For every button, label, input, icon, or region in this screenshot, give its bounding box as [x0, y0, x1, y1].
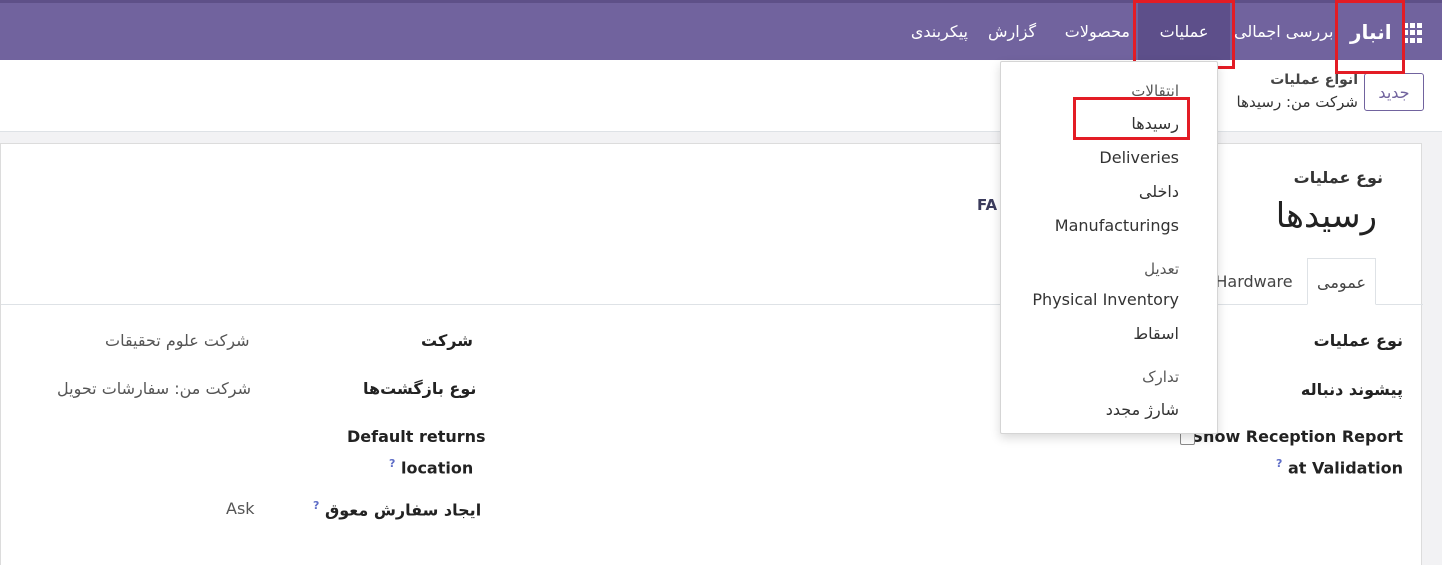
field-reception-report-label-1: Show Reception Report — [1191, 427, 1403, 446]
tab-hardware[interactable]: Hardware — [1214, 258, 1294, 305]
field-company-label: شرکت — [421, 331, 473, 350]
nav-operations[interactable]: عملیات — [1150, 3, 1218, 63]
dropdown-section-procurement: تدارک — [1142, 368, 1179, 386]
nav-overview[interactable]: بررسی اجمالی — [1234, 3, 1334, 63]
dropdown-item-manufacturings[interactable]: Manufacturings — [1055, 216, 1179, 235]
breadcrumb-current: شرکت من: رسیدها — [1236, 93, 1358, 111]
nav-reporting[interactable]: گزارش — [988, 3, 1036, 63]
breadcrumb-parent[interactable]: انواع عملیات — [1270, 72, 1358, 88]
field-return-type-value[interactable]: شرکت من: سفارشات تحویل — [57, 379, 251, 398]
nav-configuration[interactable]: پیکربندی — [902, 3, 968, 63]
fa-text: FA — [977, 196, 998, 214]
dropdown-item-receipts[interactable]: رسیدها — [1131, 114, 1179, 133]
field-default-returns-label-2: ? location — [389, 457, 474, 478]
help-tooltip-icon[interactable]: ? — [1276, 457, 1282, 470]
field-backorder-value[interactable]: Ask — [226, 499, 255, 518]
top-navbar: انبار بررسی اجمالی عملیات محصولات گزارش … — [0, 0, 1442, 63]
dropdown-section-transfers: انتقالات — [1131, 82, 1179, 100]
dropdown-item-deliveries[interactable]: Deliveries — [1099, 148, 1179, 167]
help-tooltip-icon[interactable]: ? — [313, 499, 319, 512]
operation-type-label: نوع عملیات — [1293, 168, 1383, 187]
app-brand[interactable]: انبار — [1350, 3, 1392, 63]
control-panel: جدید انواع عملیات شرکت من: رسیدها — [0, 60, 1442, 132]
dropdown-item-physical-inventory[interactable]: Physical Inventory — [1032, 290, 1179, 309]
dropdown-section-adjustments: تعدیل — [1144, 260, 1179, 278]
field-company-value[interactable]: شرکت علوم تحقیقات — [105, 331, 249, 350]
dropdown-item-internal[interactable]: داخلی — [1139, 182, 1179, 201]
help-tooltip-icon[interactable]: ? — [389, 457, 395, 470]
operations-dropdown-menu: انتقالات رسیدها Deliveries داخلی Manufac… — [1000, 61, 1218, 434]
field-return-type-label: نوع بازگشت‌ها — [363, 379, 477, 398]
field-operation-type-label: نوع عملیات — [1313, 331, 1403, 350]
field-default-returns-label-1: Default returns — [347, 427, 486, 446]
new-button[interactable]: جدید — [1364, 73, 1424, 111]
apps-grid-icon[interactable] — [1403, 23, 1423, 43]
page-title[interactable]: رسیدها — [1276, 196, 1377, 236]
field-reception-report-label-2: ? at Validation — [1275, 457, 1403, 478]
tab-general[interactable]: عمومی — [1307, 258, 1376, 305]
field-backorder-label: ? ایجاد سفارش معوق — [313, 499, 482, 520]
field-sequence-prefix-label: پیشوند دنباله — [1300, 380, 1403, 399]
nav-products[interactable]: محصولات — [1054, 3, 1130, 63]
dropdown-item-scrap[interactable]: اسقاط — [1133, 324, 1179, 343]
dropdown-item-replenishment[interactable]: شارژ مجدد — [1106, 400, 1179, 419]
